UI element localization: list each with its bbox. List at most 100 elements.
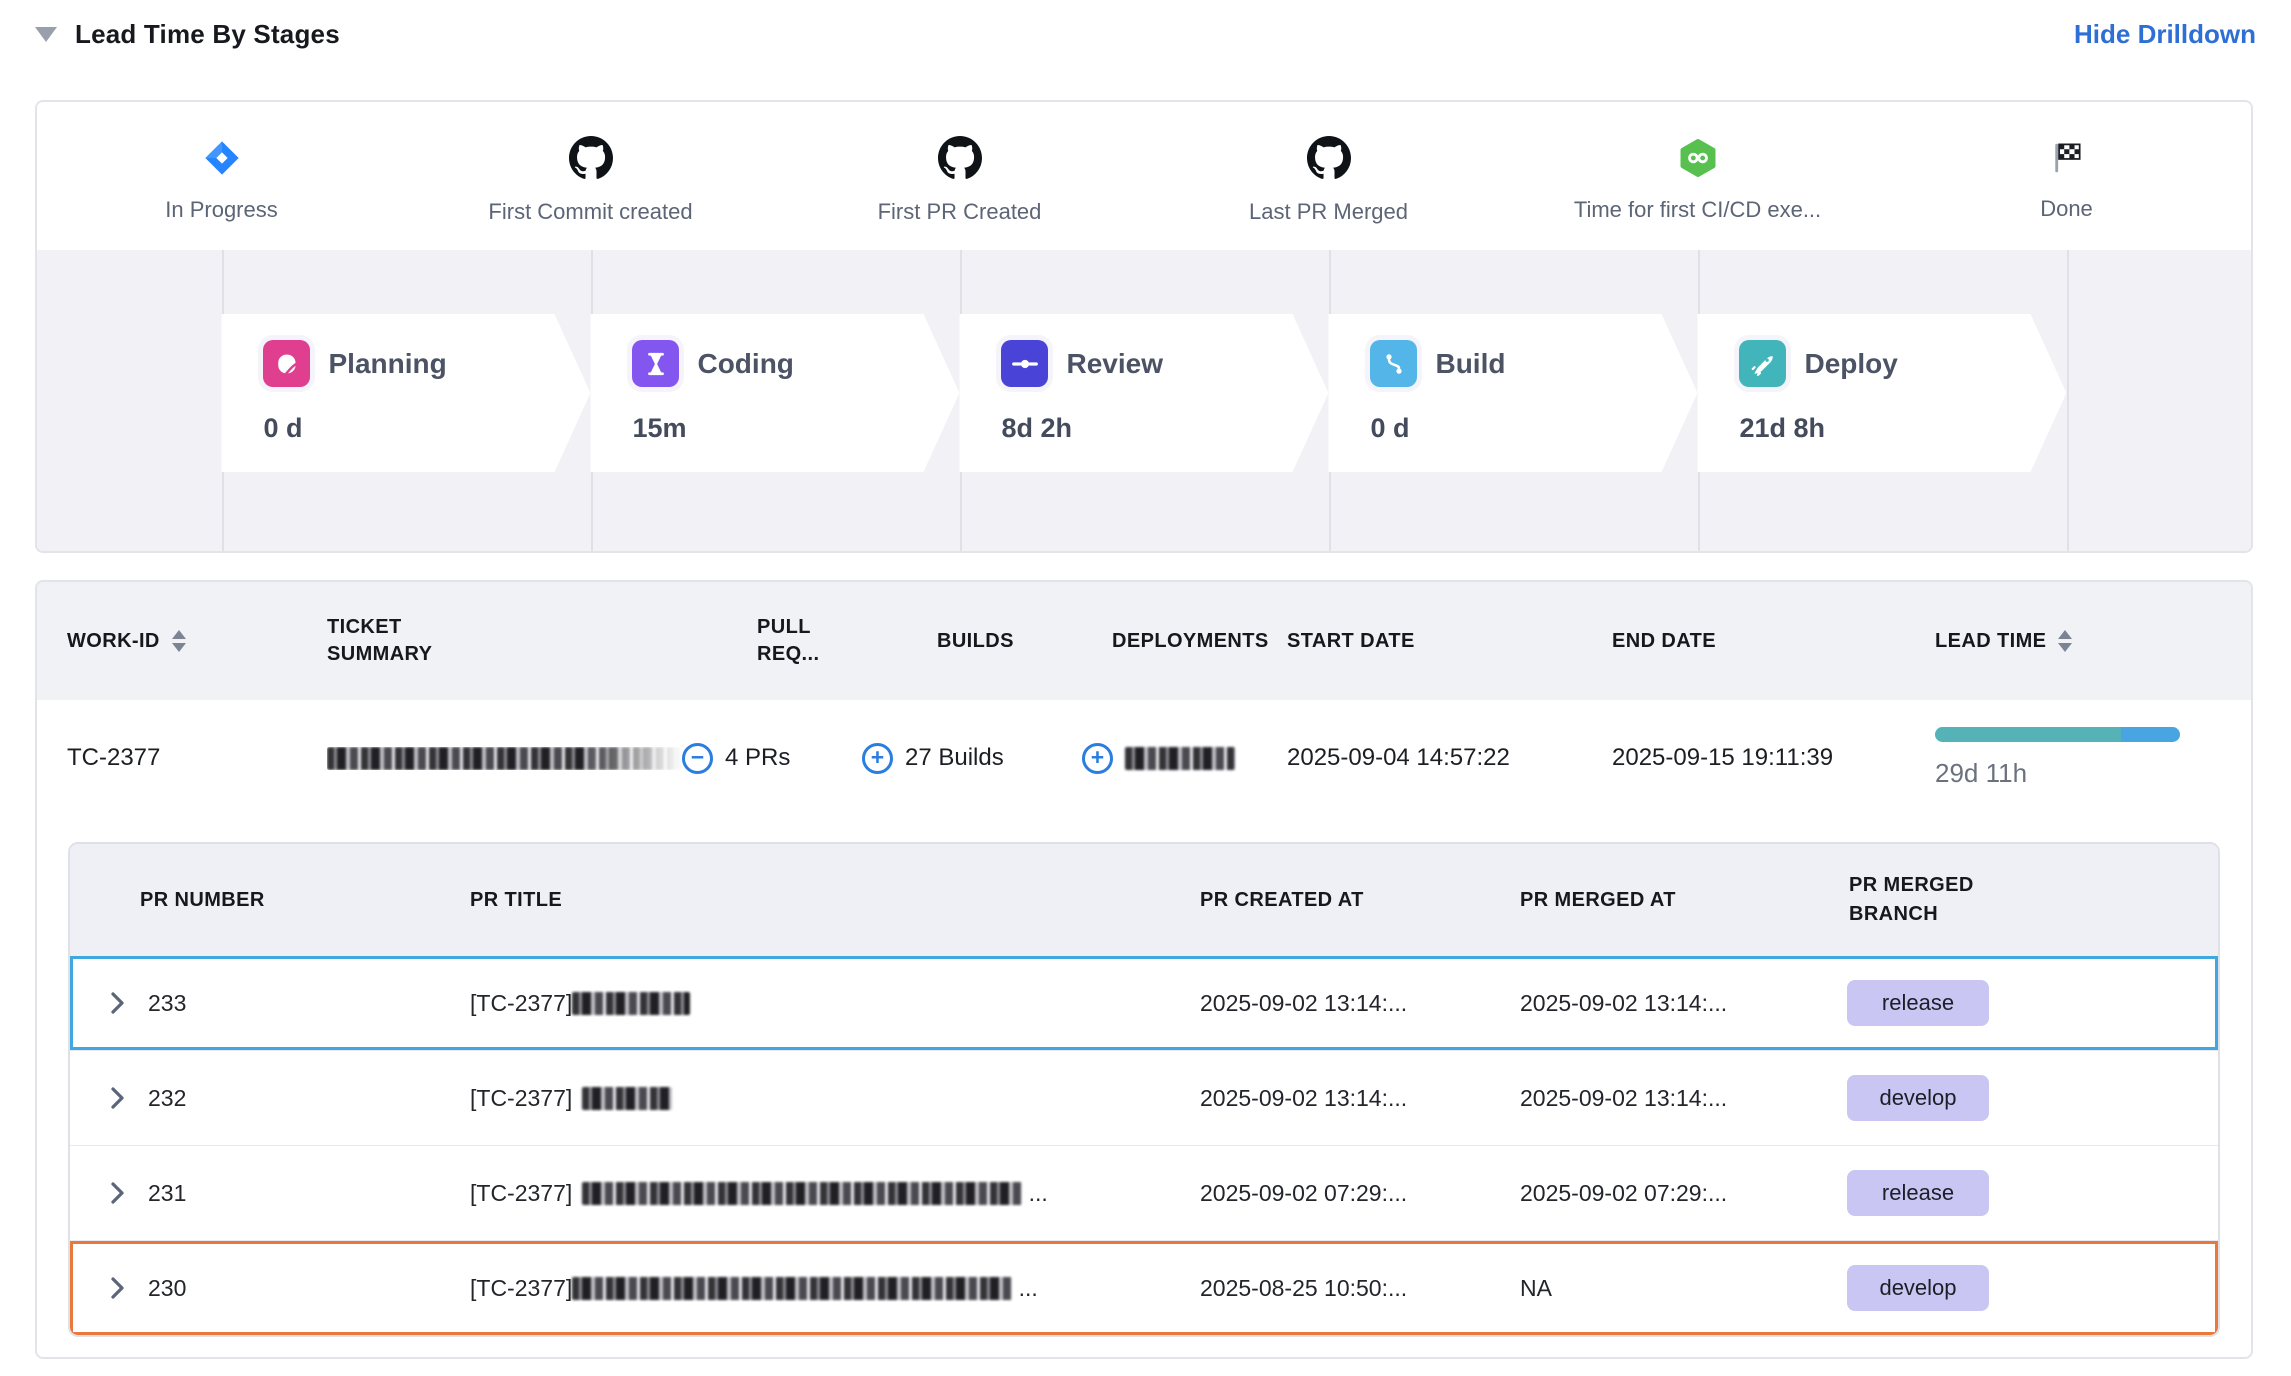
stage-duration: 0 d — [1370, 413, 1697, 444]
col-pr-created-at: PR CREATED AT — [1200, 886, 1520, 915]
milestones-row: In Progress First Commit created First P… — [37, 102, 2251, 250]
pr-row-231[interactable]: 231 [TC-2377] ... 2025-09-02 07:29:... 2… — [70, 1145, 2218, 1240]
pr-branch-cell: develop — [1835, 1265, 2218, 1311]
milestone-label: Last PR Merged — [1249, 199, 1408, 225]
milestone-label: In Progress — [165, 197, 278, 223]
pr-number: 233 — [140, 990, 470, 1017]
stage-duration: 8d 2h — [1001, 413, 1328, 444]
milestone-last-pr-merged: Last PR Merged — [1144, 102, 1513, 250]
chevron-right-icon[interactable] — [110, 1181, 140, 1205]
milestone-label: First Commit created — [488, 199, 692, 225]
builds-count-label: 27 Builds — [905, 744, 1004, 772]
pr-table-header: PR NUMBER PR TITLE PR CREATED AT PR MERG… — [70, 844, 2218, 956]
stage-name: Planning — [328, 348, 446, 380]
start-date-cell: 2025-09-04 14:57:22 — [1287, 744, 1612, 772]
col-label: PULL REQ... — [757, 614, 862, 668]
branch-badge: develop — [1847, 1265, 1989, 1311]
redacted-text — [582, 1087, 672, 1110]
stage-flow-zone: Planning 0 d Coding 15m — [37, 250, 2251, 553]
pr-title: [TC-2377] ... — [470, 1275, 1200, 1302]
pr-title: [TC-2377] — [470, 1085, 1200, 1112]
pr-number: 230 — [140, 1275, 470, 1302]
github-icon — [1307, 136, 1351, 185]
pr-title: [TC-2377] — [470, 990, 1200, 1017]
milestone-done: Done — [1882, 102, 2251, 250]
stage-name: Coding — [697, 348, 793, 380]
ticket-summary-cell — [327, 747, 682, 770]
milestone-in-progress: In Progress — [37, 102, 406, 250]
pr-branch-cell: release — [1835, 980, 2218, 1026]
pr-created-at: 2025-09-02 13:14:... — [1200, 1085, 1520, 1112]
stage-planning: Planning 0 d — [221, 314, 590, 472]
lead-time-drilldown-page: Lead Time By Stages Hide Drilldown In Pr… — [0, 0, 2291, 1376]
stage-name: Deploy — [1804, 348, 1897, 380]
lead-time-value: 29d 11h — [1935, 758, 2251, 789]
chevron-right-icon[interactable] — [110, 991, 140, 1015]
milestone-label: First PR Created — [878, 199, 1042, 225]
pr-created-at: 2025-09-02 13:14:... — [1200, 990, 1520, 1017]
milestone-first-pr: First PR Created — [775, 102, 1144, 250]
expand-deployments-icon[interactable] — [1082, 743, 1113, 774]
redacted-text — [327, 747, 682, 770]
stage-duration: 0 d — [263, 413, 590, 444]
col-end-date: END DATE — [1612, 628, 1935, 655]
pr-number: 232 — [140, 1085, 470, 1112]
pull-requests-cell[interactable]: 4 PRs — [682, 743, 862, 774]
rocket-icon — [1739, 340, 1786, 387]
collapse-prs-icon[interactable] — [682, 743, 713, 774]
chevron-right-icon[interactable] — [110, 1276, 140, 1300]
commit-icon — [1001, 340, 1048, 387]
hourglass-icon — [632, 340, 679, 387]
builds-cell[interactable]: 27 Builds — [862, 743, 1082, 774]
col-label: TICKET SUMMARY — [327, 614, 477, 668]
pr-number: 231 — [140, 1180, 470, 1207]
col-label: BUILDS — [937, 628, 1014, 655]
cicd-icon — [1678, 138, 1718, 183]
pr-branch-cell: release — [1835, 1170, 2218, 1216]
chevron-right-icon[interactable] — [110, 1086, 140, 1110]
lead-time-stages-panel: In Progress First Commit created First P… — [35, 100, 2253, 553]
redacted-text — [572, 992, 690, 1015]
expand-builds-icon[interactable] — [862, 743, 893, 774]
branch-icon — [1370, 340, 1417, 387]
pr-merged-at: NA — [1520, 1275, 1835, 1302]
stage-build: Build 0 d — [1328, 314, 1697, 472]
branch-badge: release — [1847, 980, 1989, 1026]
pr-table: PR NUMBER PR TITLE PR CREATED AT PR MERG… — [68, 842, 2220, 1337]
stage-coding: Coding 15m — [590, 314, 959, 472]
milestone-label: Done — [2040, 196, 2093, 222]
col-pull-requests: PULL REQ... — [682, 614, 862, 668]
pr-merged-at: 2025-09-02 07:29:... — [1520, 1180, 1835, 1207]
pr-row-233[interactable]: 233 [TC-2377] 2025-09-02 13:14:... 2025-… — [70, 956, 2218, 1050]
collapse-triangle-icon[interactable] — [35, 27, 57, 42]
pr-row-232[interactable]: 232 [TC-2377] 2025-09-02 13:14:... 2025-… — [70, 1050, 2218, 1145]
lead-time-bar-segment — [1935, 727, 2121, 742]
pr-row-230[interactable]: 230 [TC-2377] ... 2025-08-25 10:50:... N… — [70, 1240, 2218, 1335]
lead-time-bar — [1935, 727, 2180, 742]
finish-flag-icon — [2048, 139, 2086, 182]
col-pr-number: PR NUMBER — [140, 886, 470, 915]
col-ticket-summary: TICKET SUMMARY — [327, 614, 682, 668]
pr-branch-cell: develop — [1835, 1075, 2218, 1121]
stage-name: Review — [1066, 348, 1163, 380]
pr-title-prefix: [TC-2377] — [470, 1180, 572, 1206]
sort-icon[interactable] — [2058, 630, 2072, 652]
col-label: END DATE — [1612, 628, 1716, 655]
deployments-cell[interactable] — [1082, 743, 1287, 774]
planning-icon — [263, 340, 310, 387]
col-pr-title: PR TITLE — [470, 886, 1200, 915]
sort-icon[interactable] — [172, 630, 186, 652]
milestone-divider — [2067, 250, 2069, 553]
stage-name: Build — [1435, 348, 1505, 380]
lead-time-cell: 29d 11h — [1935, 727, 2251, 789]
col-deployments: DEPLOYMENTS — [1082, 628, 1287, 655]
col-builds: BUILDS — [862, 628, 1082, 655]
pr-merged-at: 2025-09-02 13:14:... — [1520, 1085, 1835, 1112]
pr-created-at: 2025-09-02 07:29:... — [1200, 1180, 1520, 1207]
pr-title-prefix: [TC-2377] — [470, 990, 572, 1016]
work-table-row[interactable]: TC-2377 4 PRs 27 Builds 2025-09-04 14:57… — [37, 700, 2251, 816]
redacted-text — [582, 1182, 1022, 1205]
hide-drilldown-link[interactable]: Hide Drilldown — [2074, 19, 2256, 50]
stage-deploy: Deploy 21d 8h — [1697, 314, 2066, 472]
col-pr-merged-branch: PR MERGED BRANCH — [1835, 871, 2218, 929]
